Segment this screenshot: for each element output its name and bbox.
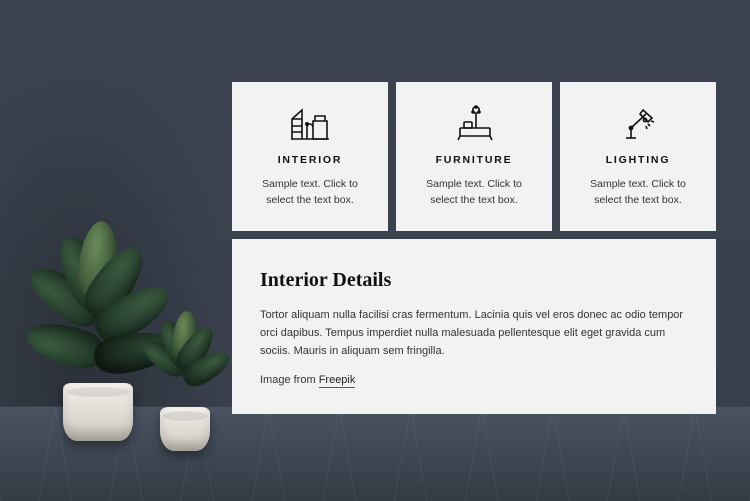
card-title: LIGHTING (576, 154, 700, 166)
card-title: INTERIOR (248, 154, 372, 166)
feature-cards-row: INTERIOR Sample text. Click to select th… (232, 82, 716, 231)
card-title: FURNITURE (412, 154, 536, 166)
card-text: Sample text. Click to select the text bo… (576, 176, 700, 209)
content-panel: INTERIOR Sample text. Click to select th… (232, 82, 716, 414)
details-panel: Interior Details Tortor aliquam nulla fa… (232, 239, 716, 414)
interior-icon (248, 102, 372, 144)
details-body: Tortor aliquam nulla facilisi cras ferme… (260, 306, 688, 360)
card-furniture[interactable]: FURNITURE Sample text. Click to select t… (396, 82, 552, 231)
details-heading: Interior Details (260, 269, 688, 292)
image-credit: Image from Freepik (260, 374, 688, 386)
credit-prefix: Image from (260, 374, 319, 386)
furniture-icon (412, 102, 536, 144)
card-lighting[interactable]: LIGHTING Sample text. Click to select th… (560, 82, 716, 231)
lighting-icon (576, 102, 700, 144)
card-text: Sample text. Click to select the text bo… (248, 176, 372, 209)
plant-small (140, 311, 230, 451)
card-text: Sample text. Click to select the text bo… (412, 176, 536, 209)
credit-link[interactable]: Freepik (319, 374, 356, 388)
card-interior[interactable]: INTERIOR Sample text. Click to select th… (232, 82, 388, 231)
